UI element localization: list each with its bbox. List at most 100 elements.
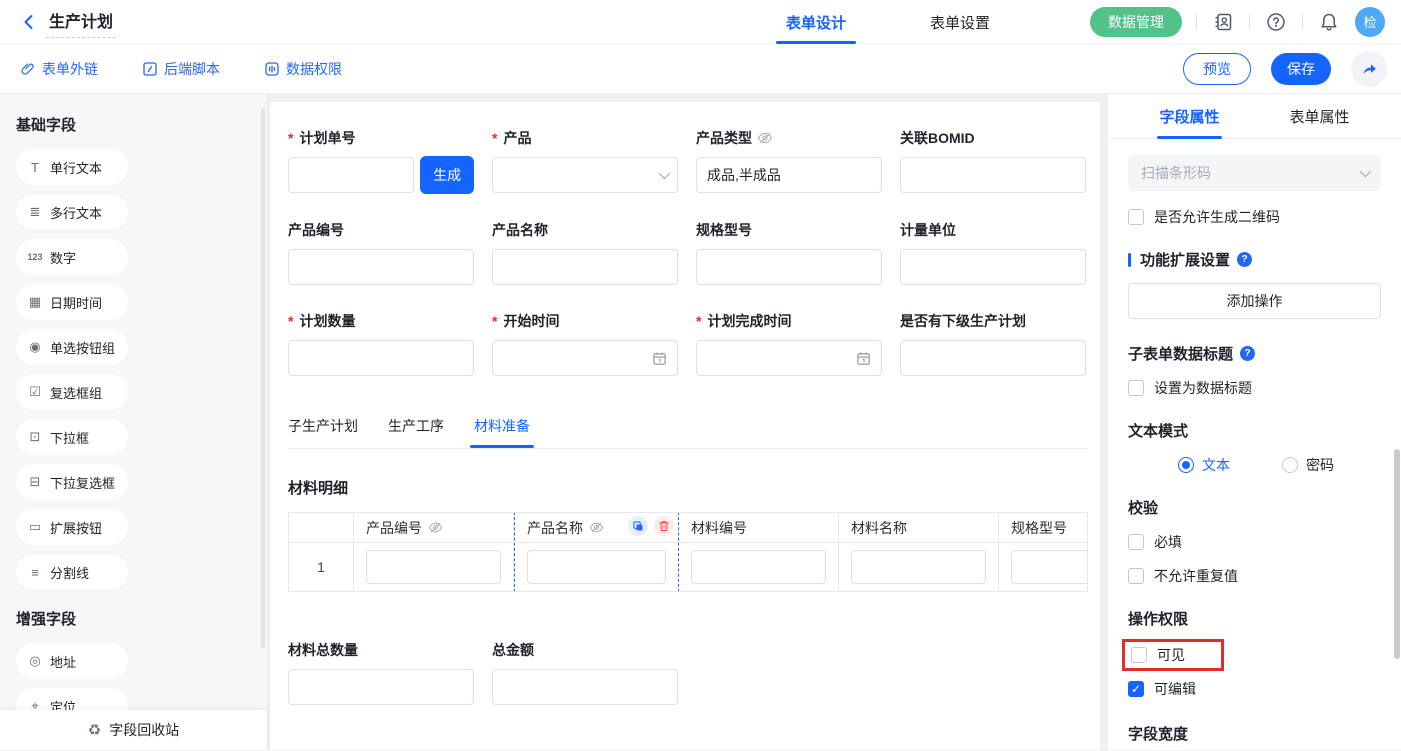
save-button[interactable]: 保存: [1271, 53, 1331, 85]
text-mode-radio-text[interactable]: 文本: [1178, 455, 1230, 475]
bom-id-input[interactable]: [900, 157, 1086, 193]
editable-checkbox[interactable]: ✓ 可编辑: [1128, 679, 1381, 699]
help-question-icon[interactable]: ?: [1237, 252, 1252, 267]
notification-bell-icon[interactable]: [1317, 10, 1341, 34]
sidebar-item-extend-button[interactable]: ▭扩展按钮: [16, 509, 128, 545]
spec-model-cell-input[interactable]: [1011, 550, 1088, 584]
field-amount-total[interactable]: 总金额: [492, 640, 678, 705]
finish-time-input[interactable]: [696, 340, 882, 376]
sidebar-item-radio-group[interactable]: ◉单选按钮组: [16, 329, 128, 365]
product-name-cell-input[interactable]: [527, 550, 666, 584]
column-product-number[interactable]: 产品编号: [354, 513, 514, 591]
start-time-input[interactable]: [492, 340, 678, 376]
product-number-cell-input[interactable]: [366, 550, 501, 584]
column-material-number[interactable]: 材料编号: [679, 513, 839, 591]
extend-button-icon: ▭: [26, 519, 44, 535]
product-name-input[interactable]: [492, 249, 678, 285]
field-has-sub-plan[interactable]: 是否有下级生产计划: [900, 311, 1086, 376]
field-recycle-bin[interactable]: ♻ 字段回收站: [0, 710, 267, 750]
sidebar-item-single-line-text[interactable]: T单行文本: [16, 149, 128, 185]
tab-production-process[interactable]: 生产工序: [388, 416, 444, 448]
product-type-input[interactable]: 成品,半成品: [696, 157, 882, 193]
tab-form-settings[interactable]: 表单设置: [926, 0, 994, 44]
field-bom-id[interactable]: 关联BOMID: [900, 128, 1086, 194]
help-icon[interactable]: [1264, 10, 1288, 34]
back-button[interactable]: [16, 9, 42, 35]
eye-hidden-icon: [757, 130, 773, 146]
preview-button[interactable]: 预览: [1183, 53, 1251, 85]
data-manage-button[interactable]: 数据管理: [1090, 7, 1182, 37]
spec-model-input[interactable]: [696, 249, 882, 285]
product-number-input[interactable]: [288, 249, 474, 285]
sidebar-item-divider-line[interactable]: ≡分割线: [16, 554, 128, 590]
plan-number-input[interactable]: [288, 157, 414, 193]
column-product-name-selected[interactable]: 产品名称: [514, 512, 679, 592]
field-product-number[interactable]: 产品编号: [288, 220, 474, 285]
text-mode-radio-password[interactable]: 密码: [1282, 455, 1334, 475]
share-button[interactable]: [1351, 51, 1387, 87]
product-select[interactable]: [492, 157, 678, 193]
material-total-input[interactable]: [288, 669, 474, 705]
tab-sub-production-plan[interactable]: 子生产计划: [288, 416, 358, 448]
sidebar-item-multi-select[interactable]: ⊟下拉复选框: [16, 464, 128, 500]
field-product-name[interactable]: 产品名称: [492, 220, 678, 285]
copy-field-button[interactable]: [628, 516, 648, 536]
form-title-editable[interactable]: 生产计划: [46, 6, 116, 38]
generate-button[interactable]: 生成: [420, 156, 474, 194]
tab-material-preparation[interactable]: 材料准备: [474, 416, 530, 448]
help-question-icon[interactable]: ?: [1240, 346, 1255, 361]
address-book-icon[interactable]: [1211, 10, 1235, 34]
set-data-title-checkbox[interactable]: 设置为数据标题: [1128, 378, 1381, 398]
allow-qr-checkbox[interactable]: 是否允许生成二维码: [1128, 207, 1381, 227]
checkbox-unchecked: [1128, 209, 1144, 225]
sidebar-item-select[interactable]: ⊡下拉框: [16, 419, 128, 455]
field-start-time[interactable]: *开始时间: [492, 311, 678, 376]
tab-field-properties[interactable]: 字段属性: [1159, 94, 1219, 138]
field-spec-model[interactable]: 规格型号: [696, 220, 882, 285]
validation-heading: 校验: [1128, 497, 1381, 518]
sidebar-item-address[interactable]: ◎地址: [16, 643, 128, 679]
multi-select-icon: ⊟: [26, 474, 44, 490]
unit-input[interactable]: [900, 249, 1086, 285]
backend-script-link[interactable]: 后端脚本: [142, 59, 220, 79]
field-product-type[interactable]: 产品类型 成品,半成品: [696, 128, 882, 194]
section-title-basic-fields: 基础字段: [16, 114, 253, 135]
column-spec-model[interactable]: 规格型号: [999, 513, 1088, 591]
address-icon: ◎: [26, 653, 44, 669]
column-material-name[interactable]: 材料名称: [839, 513, 999, 591]
amount-total-input[interactable]: [492, 669, 678, 705]
sidebar-item-multi-line-text[interactable]: ≣多行文本: [16, 194, 128, 230]
scan-barcode-select[interactable]: 扫描条形码: [1128, 155, 1381, 191]
checkbox-unchecked: [1128, 534, 1144, 550]
sidebar-scrollbar[interactable]: [261, 108, 265, 648]
sidebar-item-location[interactable]: ⌖定位: [16, 688, 128, 710]
field-product[interactable]: *产品: [492, 128, 678, 194]
field-material-total[interactable]: 材料总数量: [288, 640, 474, 705]
field-unit[interactable]: 计量单位: [900, 220, 1086, 285]
sidebar-item-number[interactable]: 123数字: [16, 239, 128, 275]
data-permission-link[interactable]: 数据权限: [264, 59, 342, 79]
delete-field-button[interactable]: [654, 516, 674, 536]
has-sub-plan-input[interactable]: [900, 340, 1086, 376]
add-action-button[interactable]: 添加操作: [1128, 283, 1381, 319]
radio-unselected: [1282, 457, 1298, 473]
required-checkbox[interactable]: 必填: [1128, 532, 1381, 552]
tab-form-design[interactable]: 表单设计: [782, 0, 850, 44]
material-name-cell-input[interactable]: [851, 550, 986, 584]
field-plan-quantity[interactable]: *计划数量: [288, 311, 474, 376]
subform-tabs: 子生产计划 生产工序 材料准备: [288, 416, 1100, 448]
material-number-cell-input[interactable]: [691, 550, 826, 584]
form-external-link[interactable]: 表单外链: [20, 59, 98, 79]
sidebar-item-checkbox-group[interactable]: ☑复选框组: [16, 374, 128, 410]
panel-scrollbar[interactable]: [1394, 449, 1400, 659]
no-duplicate-checkbox[interactable]: 不允许重复值: [1128, 566, 1381, 586]
header-tabs: 表单设计 表单设置: [782, 0, 994, 44]
user-avatar[interactable]: 检: [1355, 7, 1385, 37]
visible-checkbox[interactable]: 可见: [1131, 645, 1215, 665]
sidebar-item-datetime[interactable]: ▦日期时间: [16, 284, 128, 320]
plan-quantity-input[interactable]: [288, 340, 474, 376]
checkbox-unchecked: [1128, 568, 1144, 584]
tab-form-properties[interactable]: 表单属性: [1290, 94, 1350, 138]
field-plan-number[interactable]: *计划单号 生成: [288, 128, 474, 194]
field-finish-time[interactable]: *计划完成时间: [696, 311, 882, 376]
